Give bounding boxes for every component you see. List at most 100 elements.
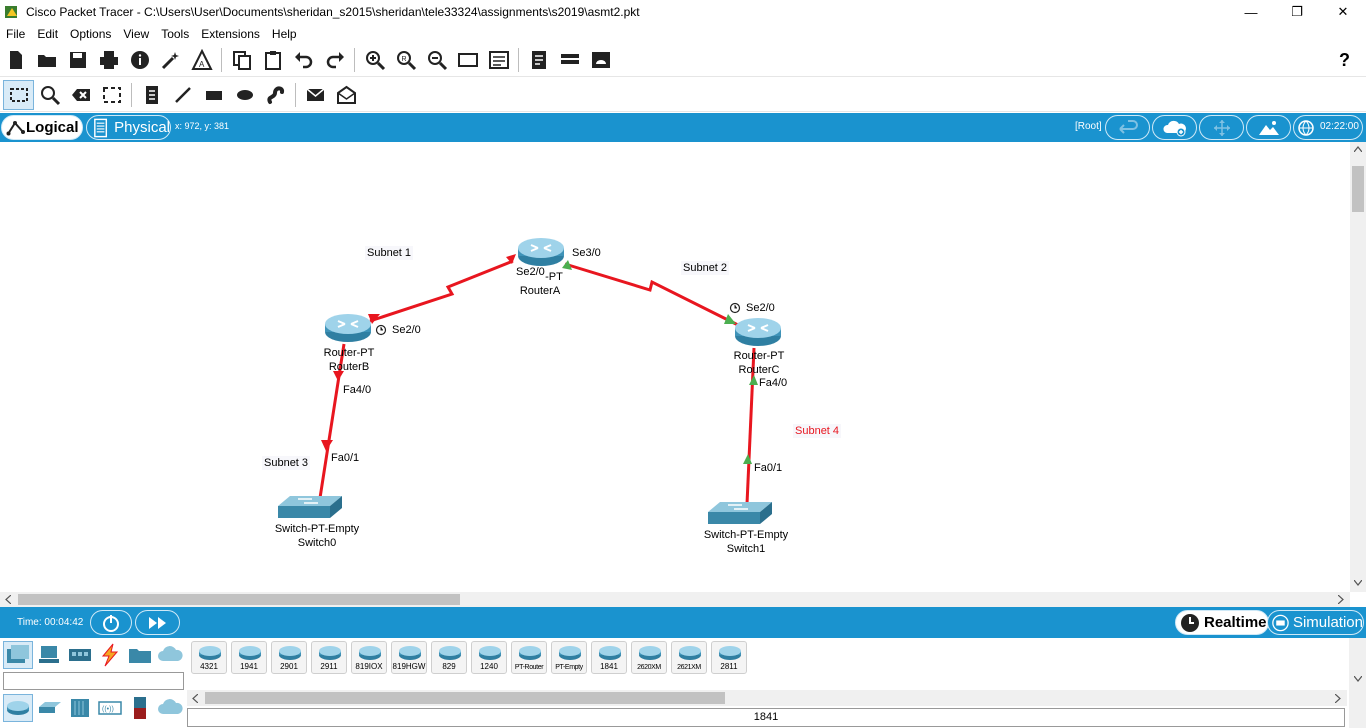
routerC-label[interactable]: Router-PT RouterC xyxy=(724,349,794,377)
close-button[interactable]: ✕ xyxy=(1320,0,1366,24)
restore-button[interactable]: ❐ xyxy=(1274,0,1320,24)
device-model-829[interactable]: 829 xyxy=(431,641,467,674)
horizontal-scroll-thumb[interactable] xyxy=(18,594,460,605)
zoom-in-icon[interactable] xyxy=(359,45,390,75)
menu-extensions[interactable]: Extensions xyxy=(195,27,266,41)
custom-devices-icon[interactable] xyxy=(483,45,514,75)
switch1-icon[interactable] xyxy=(707,501,773,525)
realtime-mode-button[interactable]: Realtime xyxy=(1175,610,1269,635)
save-icon[interactable] xyxy=(62,45,93,75)
print-icon[interactable] xyxy=(93,45,124,75)
switch0-icon[interactable] xyxy=(277,495,343,519)
back-button[interactable] xyxy=(1105,115,1150,140)
vertical-scroll-thumb[interactable] xyxy=(1352,166,1364,212)
fast-forward-button[interactable] xyxy=(135,610,180,635)
physical-tab[interactable]: Physical xyxy=(86,115,171,140)
subnet-2-label[interactable]: Subnet 2 xyxy=(681,261,730,275)
scroll-up-icon[interactable] xyxy=(1354,146,1362,152)
hubs-category[interactable] xyxy=(65,694,95,722)
menu-file[interactable]: File xyxy=(0,27,31,41)
text-file-icon[interactable] xyxy=(523,45,554,75)
scroll-left-icon[interactable] xyxy=(5,595,11,604)
zoom-out-icon[interactable] xyxy=(421,45,452,75)
inspect-icon[interactable] xyxy=(34,80,65,110)
routerB-icon[interactable] xyxy=(324,313,372,343)
canvas-vertical-scrollbar[interactable] xyxy=(1350,142,1366,592)
complex-pdu-icon[interactable] xyxy=(331,80,362,110)
menu-help[interactable]: Help xyxy=(266,27,303,41)
redo-icon[interactable] xyxy=(319,45,350,75)
routerA-icon[interactable] xyxy=(517,237,565,267)
open-icon[interactable] xyxy=(31,45,62,75)
select-icon[interactable] xyxy=(3,79,34,110)
multiuser-category[interactable] xyxy=(155,641,185,669)
routerB-label[interactable]: Router-PT RouterB xyxy=(314,346,384,374)
copy-icon[interactable] xyxy=(226,45,257,75)
menu-edit[interactable]: Edit xyxy=(31,27,64,41)
network-info-icon[interactable]: A xyxy=(186,45,217,75)
device-model-2901[interactable]: 2901 xyxy=(271,641,307,674)
device-model-1841[interactable]: 1841 xyxy=(591,641,627,674)
device-model-819hgw[interactable]: 819HGW xyxy=(391,641,427,674)
routerC-icon[interactable] xyxy=(734,317,782,347)
resize-shape-icon[interactable] xyxy=(96,80,127,110)
new-icon[interactable] xyxy=(0,45,31,75)
device-model-2620xm[interactable]: 2620XM xyxy=(631,641,667,674)
wireless-devices-category[interactable]: ((•)) xyxy=(95,694,125,722)
logical-tab[interactable]: Logical xyxy=(1,115,83,140)
info-icon[interactable] xyxy=(124,45,155,75)
set-background-button[interactable] xyxy=(1246,115,1291,140)
security-category[interactable] xyxy=(125,694,155,722)
paste-icon[interactable] xyxy=(257,45,288,75)
draw-rectangle-icon[interactable] xyxy=(198,80,229,110)
power-cycle-button[interactable] xyxy=(90,610,132,635)
device-model-pt-router[interactable]: PT-Router xyxy=(511,641,547,674)
delete-icon[interactable] xyxy=(65,80,96,110)
models-horizontal-scrollbar[interactable] xyxy=(187,690,1347,706)
draw-freeform-icon[interactable] xyxy=(260,80,291,110)
models-vertical-scrollbar[interactable] xyxy=(1349,638,1366,728)
web-icon[interactable] xyxy=(585,45,616,75)
device-model-1240[interactable]: 1240 xyxy=(471,641,507,674)
components-category[interactable] xyxy=(65,641,95,669)
switches-category[interactable] xyxy=(35,694,65,722)
routers-category[interactable] xyxy=(3,694,33,722)
simple-pdu-icon[interactable] xyxy=(300,80,331,110)
menu-view[interactable]: View xyxy=(117,27,155,41)
new-cluster-button[interactable] xyxy=(1152,115,1197,140)
device-model-2811[interactable]: 2811 xyxy=(711,641,747,674)
scroll-right-icon[interactable] xyxy=(1338,595,1344,604)
miscellaneous-category[interactable] xyxy=(125,641,155,669)
wizard-icon[interactable] xyxy=(155,45,186,75)
menu-options[interactable]: Options xyxy=(64,27,117,41)
device-model-2621xm[interactable]: 2621XM xyxy=(671,641,707,674)
menu-tools[interactable]: Tools xyxy=(155,27,195,41)
device-model-1941[interactable]: 1941 xyxy=(231,641,267,674)
scroll-down-icon[interactable] xyxy=(1354,580,1362,586)
drawing-palette-icon[interactable] xyxy=(452,45,483,75)
draw-line-icon[interactable] xyxy=(167,80,198,110)
undo-icon[interactable] xyxy=(288,45,319,75)
ipc-icon[interactable] xyxy=(554,45,585,75)
switch0-label[interactable]: Switch-PT-Empty Switch0 xyxy=(267,522,367,550)
switch1-label[interactable]: Switch-PT-Empty Switch1 xyxy=(696,528,796,556)
device-model-4321[interactable]: 4321 xyxy=(191,641,227,674)
logical-workspace-canvas[interactable]: Subnet 1 Subnet 2 Subnet 3 Subnet 4 -PT … xyxy=(0,142,1366,607)
network-devices-category[interactable] xyxy=(3,641,33,669)
help-button[interactable]: ? xyxy=(1329,45,1360,75)
device-model-819iox[interactable]: 819IOX xyxy=(351,641,387,674)
device-model-2911[interactable]: 2911 xyxy=(311,641,347,674)
subnet-3-label[interactable]: Subnet 3 xyxy=(262,456,311,470)
scroll-right-icon[interactable] xyxy=(1335,694,1341,703)
draw-ellipse-icon[interactable] xyxy=(229,80,260,110)
canvas-horizontal-scrollbar[interactable] xyxy=(0,592,1350,607)
scroll-left-icon[interactable] xyxy=(192,694,198,703)
minimize-button[interactable]: — xyxy=(1228,0,1274,24)
link-routerA-routerB[interactable] xyxy=(369,259,514,323)
models-scroll-thumb[interactable] xyxy=(205,692,725,704)
place-note-icon[interactable] xyxy=(136,80,167,110)
move-object-button[interactable] xyxy=(1199,115,1244,140)
scroll-down-icon[interactable] xyxy=(1354,676,1362,682)
connections-category[interactable] xyxy=(95,641,125,669)
device-model-pt-empty[interactable]: PT-Empty xyxy=(551,641,587,674)
